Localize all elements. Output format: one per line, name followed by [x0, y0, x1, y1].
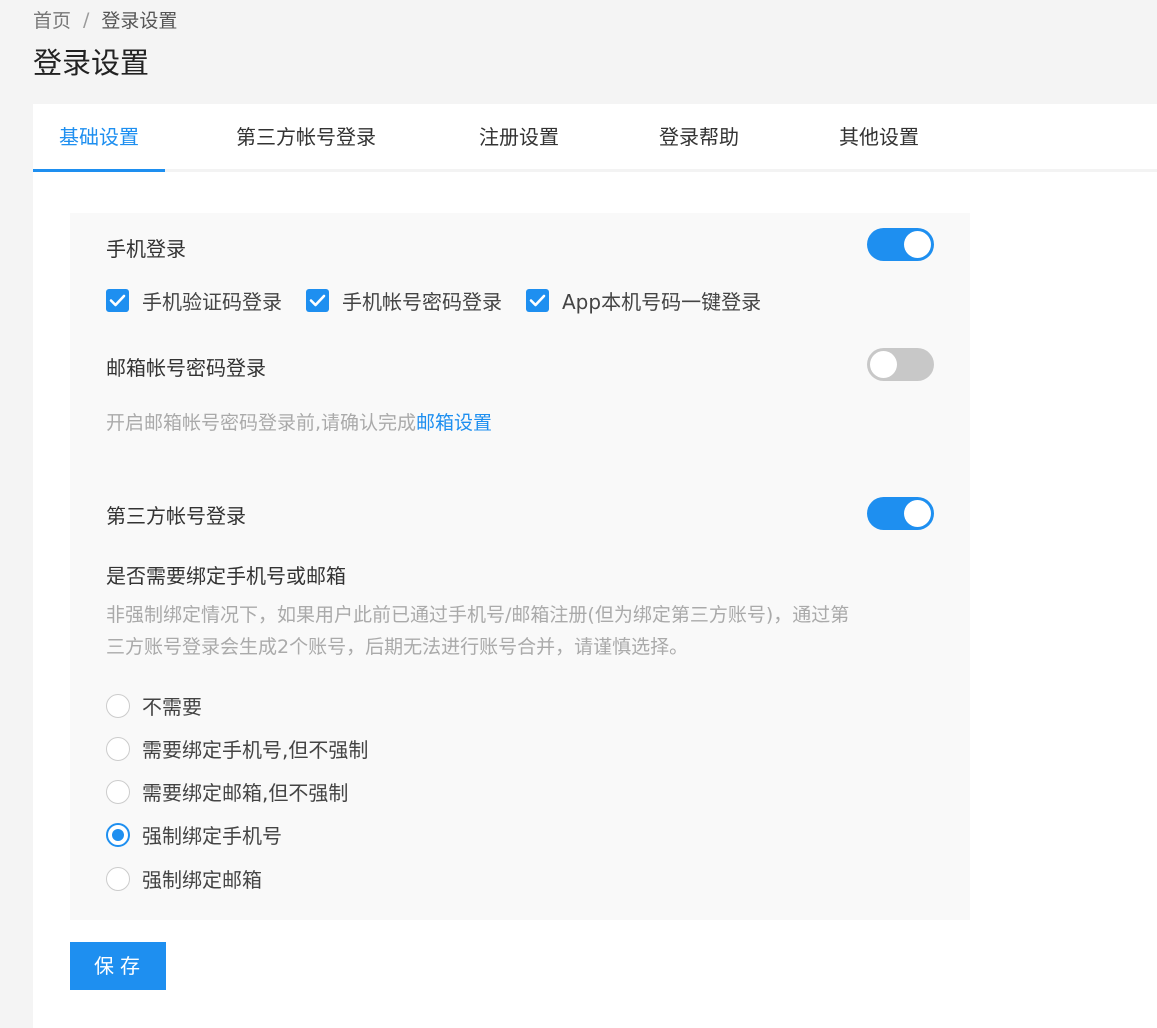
email-login-switch[interactable] — [867, 348, 934, 381]
radio-unchecked-icon — [106, 866, 130, 891]
checkbox-phone-password-login[interactable]: 手机帐号密码登录 — [306, 286, 502, 315]
binding-hint-line2: 三方账号登录会生成2个账号，后期无法进行账号合并，请谨慎选择。 — [106, 636, 689, 658]
radio-no-binding[interactable]: 不需要 — [106, 691, 202, 720]
switch-knob — [904, 231, 931, 258]
radio-bind-phone-optional[interactable]: 需要绑定手机号,但不强制 — [106, 734, 368, 763]
radio-label: 需要绑定手机号,但不强制 — [142, 738, 369, 762]
settings-card: 基础设置 第三方帐号登录 注册设置 登录帮助 其他设置 手机登录 手机验证码登录… — [33, 104, 1157, 1028]
binding-hint: 非强制绑定情况下，如果用户此前已通过手机号/邮箱注册(但为绑定第三方账号)，通过… — [106, 599, 849, 663]
radio-bind-email-optional[interactable]: 需要绑定邮箱,但不强制 — [106, 777, 348, 806]
checkbox-checked-icon — [306, 289, 329, 312]
tab-basic-settings[interactable]: 基础设置 — [33, 104, 165, 172]
radio-force-bind-email[interactable]: 强制绑定邮箱 — [106, 864, 262, 893]
radio-unchecked-icon — [106, 693, 130, 718]
checkbox-label: App本机号码一键登录 — [562, 290, 762, 314]
email-login-hint: 开启邮箱帐号密码登录前,请确认完成邮箱设置 — [106, 407, 492, 439]
radio-label: 需要绑定邮箱,但不强制 — [142, 781, 349, 805]
settings-panel: 手机登录 手机验证码登录 手机帐号密码登录 App本机号码一键登录 邮箱帐号密码… — [70, 213, 970, 920]
email-settings-link[interactable]: 邮箱设置 — [416, 412, 492, 434]
switch-knob — [870, 351, 897, 378]
radio-label: 强制绑定手机号 — [142, 824, 282, 848]
phone-login-options: 手机验证码登录 手机帐号密码登录 App本机号码一键登录 — [106, 286, 785, 315]
radio-label: 不需要 — [142, 695, 202, 719]
checkbox-label: 手机验证码登录 — [142, 290, 282, 314]
third-party-login-switch[interactable] — [867, 497, 934, 530]
breadcrumb-separator: / — [83, 8, 90, 31]
tab-bar: 基础设置 第三方帐号登录 注册设置 登录帮助 其他设置 — [33, 104, 1157, 172]
email-login-label: 邮箱帐号密码登录 — [106, 356, 266, 380]
radio-force-bind-phone[interactable]: 强制绑定手机号 — [106, 820, 282, 849]
third-party-login-label: 第三方帐号登录 — [106, 504, 246, 528]
checkbox-checked-icon — [526, 289, 549, 312]
tab-register-settings[interactable]: 注册设置 — [479, 104, 559, 172]
checkbox-app-one-click-login[interactable]: App本机号码一键登录 — [526, 286, 761, 315]
save-button[interactable]: 保存 — [70, 942, 166, 990]
radio-unchecked-icon — [106, 779, 130, 804]
checkbox-sms-code-login[interactable]: 手机验证码登录 — [106, 286, 282, 315]
checkbox-checked-icon — [106, 289, 129, 312]
breadcrumb: 首页 / 登录设置 — [33, 6, 177, 33]
radio-unchecked-icon — [106, 736, 130, 761]
radio-label: 强制绑定邮箱 — [142, 868, 262, 892]
checkbox-label: 手机帐号密码登录 — [342, 290, 502, 314]
tab-login-help[interactable]: 登录帮助 — [659, 104, 739, 172]
tab-third-party-login[interactable]: 第三方帐号登录 — [236, 104, 376, 172]
binding-question: 是否需要绑定手机号或邮箱 — [106, 564, 346, 588]
switch-knob — [904, 500, 931, 527]
breadcrumb-home[interactable]: 首页 — [33, 6, 71, 33]
page-title: 登录设置 — [33, 46, 150, 80]
binding-hint-line1: 非强制绑定情况下，如果用户此前已通过手机号/邮箱注册(但为绑定第三方账号)，通过… — [106, 604, 850, 626]
radio-checked-icon — [106, 822, 130, 847]
tab-other-settings[interactable]: 其他设置 — [839, 104, 919, 172]
breadcrumb-current: 登录设置 — [101, 10, 178, 32]
phone-login-switch[interactable] — [867, 228, 934, 261]
email-login-hint-text: 开启邮箱帐号密码登录前,请确认完成 — [106, 412, 417, 434]
phone-login-label: 手机登录 — [106, 237, 186, 261]
